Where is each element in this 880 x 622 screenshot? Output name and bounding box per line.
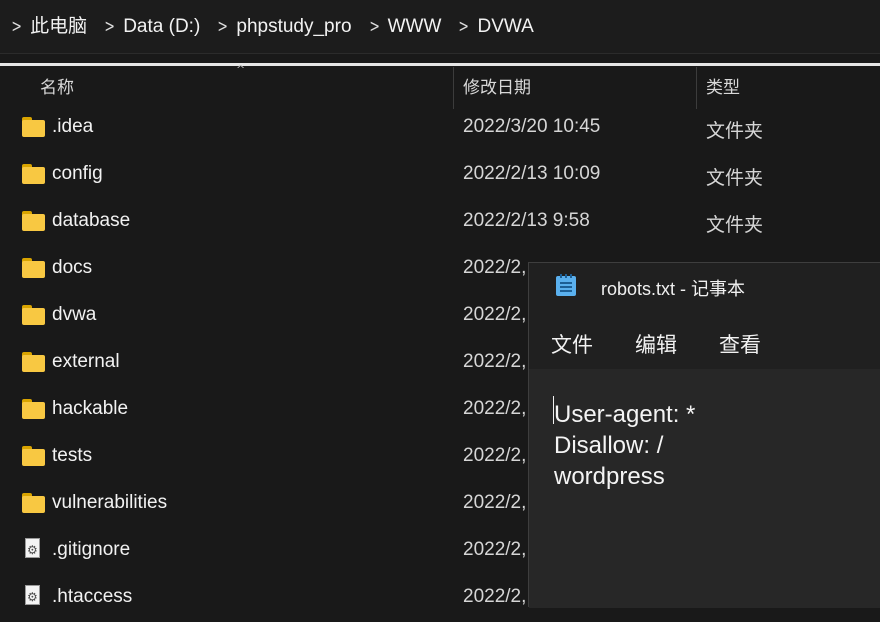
window-title: robots.txt - 记事本 [601,279,746,299]
text-editor[interactable]: User-agent: * Disallow: / wordpress [529,369,880,608]
chevron-right-icon[interactable]: > [104,14,119,40]
folder-icon [22,305,46,325]
chevron-right-icon[interactable]: > [369,14,384,40]
file-date: 2022/2, [463,304,527,325]
file-name: dvwa [52,304,97,325]
file-name: database [52,210,131,231]
column-resize-handle[interactable] [453,67,454,109]
file-name: vulnerabilities [52,492,168,513]
breadcrumb-item[interactable]: > DVWA [455,14,547,40]
menu-bar: 文件 编辑 查看 [529,319,880,363]
file-type: 文件夹 [706,215,764,236]
folder-icon [22,164,46,184]
config-file-icon: ⚙ [22,538,46,560]
config-file-icon: ⚙ [22,585,46,607]
column-header-row: ^ 名称 修改日期 类型 [0,63,880,109]
folder-icon [22,493,46,513]
breadcrumb-item[interactable]: > Data (D:) [101,14,214,40]
file-name: hackable [52,398,129,419]
menu-file[interactable]: 文件 [551,329,593,359]
file-date: 2022/2/13 9:58 [463,210,590,231]
column-header-name[interactable]: 名称 [40,67,74,109]
folder-icon [22,258,46,278]
file-row[interactable]: database 2022/2/13 9:58 文件夹 [0,199,880,246]
file-name: .htaccess [52,586,133,607]
breadcrumb: > 此电脑 > Data (D:) > phpstudy_pro > WWW >… [8,14,548,40]
file-type: 文件夹 [706,168,764,189]
folder-icon [22,399,46,419]
file-type: 文件夹 [706,121,764,142]
chevron-right-icon[interactable]: > [11,14,26,40]
column-resize-handle[interactable] [696,67,697,109]
menu-view[interactable]: 查看 [719,329,761,359]
address-bar[interactable]: > 此电脑 > Data (D:) > phpstudy_pro > WWW >… [0,0,880,54]
breadcrumb-label[interactable]: DVWA [478,14,534,40]
breadcrumb-label[interactable]: phpstudy_pro [236,14,351,40]
breadcrumb-item[interactable]: > WWW [366,14,456,40]
file-name: external [52,351,120,372]
file-name: tests [52,445,93,466]
chevron-right-icon[interactable]: > [459,14,474,40]
folder-icon [22,446,46,466]
file-date: 2022/2, [463,398,527,419]
file-date: 2022/2, [463,445,527,466]
file-row[interactable]: config 2022/2/13 10:09 文件夹 [0,152,880,199]
folder-icon [22,117,46,137]
file-date: 2022/2/13 10:09 [463,163,601,184]
breadcrumb-item[interactable]: > phpstudy_pro [214,14,365,40]
menu-edit[interactable]: 编辑 [635,329,677,359]
title-bar[interactable]: robots.txt - 记事本 [529,263,880,309]
notepad-window[interactable]: robots.txt - 记事本 文件 编辑 查看 User-agent: * … [528,262,880,608]
breadcrumb-label[interactable]: Data (D:) [123,14,200,40]
column-header-type[interactable]: 类型 [706,67,740,109]
sort-up-icon: ^ [236,63,246,76]
divider [0,63,880,66]
notepad-icon [556,274,576,296]
file-date: 2022/2, [463,492,527,513]
breadcrumb-label[interactable]: 此电脑 [30,14,87,40]
folder-icon [22,211,46,231]
breadcrumb-item[interactable]: > 此电脑 [8,14,101,40]
file-date: 2022/2, [463,257,527,278]
file-date: 2022/2, [463,586,527,607]
file-date: 2022/2, [463,351,527,372]
file-date: 2022/3/20 10:45 [463,116,601,137]
file-name: config [52,163,103,184]
file-row[interactable]: .idea 2022/3/20 10:45 文件夹 [0,105,880,152]
file-name: .idea [52,116,94,137]
file-name: .gitignore [52,539,131,560]
file-date: 2022/2, [463,539,527,560]
folder-icon [22,352,46,372]
breadcrumb-label[interactable]: WWW [388,14,442,40]
chevron-right-icon[interactable]: > [218,14,233,40]
editor-content[interactable]: User-agent: * Disallow: / wordpress [554,399,874,492]
file-name: docs [52,257,93,278]
column-header-modified[interactable]: 修改日期 [463,67,531,109]
